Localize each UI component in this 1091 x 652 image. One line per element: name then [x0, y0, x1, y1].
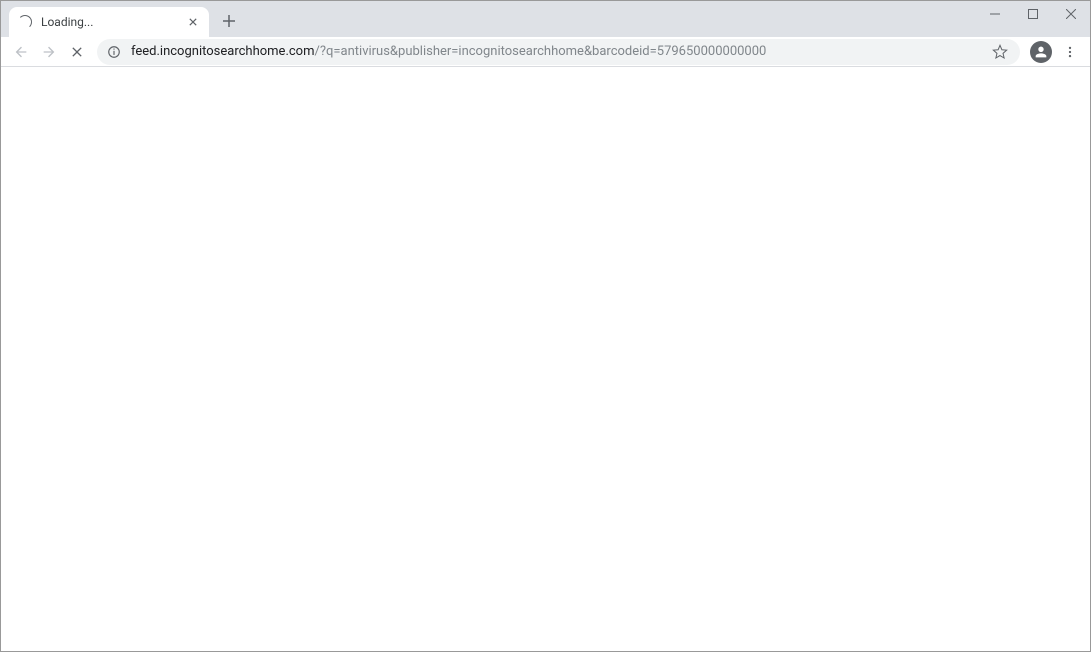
url-path: /?q=antivirus&publisher=incognitosearchh…	[315, 44, 767, 59]
minimize-icon	[990, 9, 1000, 19]
arrow-left-icon	[13, 44, 29, 60]
plus-icon	[222, 14, 236, 28]
back-button[interactable]	[7, 38, 35, 66]
tab-title: Loading...	[41, 15, 185, 29]
forward-button[interactable]	[35, 38, 63, 66]
new-tab-button[interactable]	[215, 7, 243, 35]
arrow-right-icon	[41, 44, 57, 60]
window-controls	[976, 1, 1090, 37]
info-icon	[107, 45, 121, 59]
address-bar[interactable]: feed.incognitosearchhome.com/?q=antiviru…	[97, 39, 1020, 65]
url-domain: feed.incognitosearchhome.com	[131, 44, 315, 59]
url-display: feed.incognitosearchhome.com/?q=antiviru…	[131, 44, 990, 59]
maximize-icon	[1028, 9, 1038, 19]
kebab-menu-icon	[1063, 45, 1077, 59]
close-tab-button[interactable]	[185, 14, 201, 30]
browser-titlebar: Loading...	[1, 1, 1090, 37]
close-icon	[1066, 9, 1076, 19]
stop-button[interactable]	[63, 38, 91, 66]
person-icon	[1033, 44, 1049, 60]
tab-strip: Loading...	[1, 7, 976, 37]
star-icon	[992, 44, 1008, 60]
page-content	[1, 67, 1090, 651]
minimize-button[interactable]	[976, 1, 1014, 27]
close-window-button[interactable]	[1052, 1, 1090, 27]
maximize-button[interactable]	[1014, 1, 1052, 27]
bookmark-button[interactable]	[990, 42, 1010, 62]
site-info-button[interactable]	[107, 45, 121, 59]
close-icon	[69, 44, 85, 60]
browser-toolbar: feed.incognitosearchhome.com/?q=antiviru…	[1, 37, 1090, 67]
loading-spinner-icon	[17, 14, 33, 30]
close-icon	[189, 18, 197, 26]
browser-tab[interactable]: Loading...	[9, 7, 209, 37]
profile-button[interactable]	[1030, 41, 1052, 63]
menu-button[interactable]	[1056, 38, 1084, 66]
